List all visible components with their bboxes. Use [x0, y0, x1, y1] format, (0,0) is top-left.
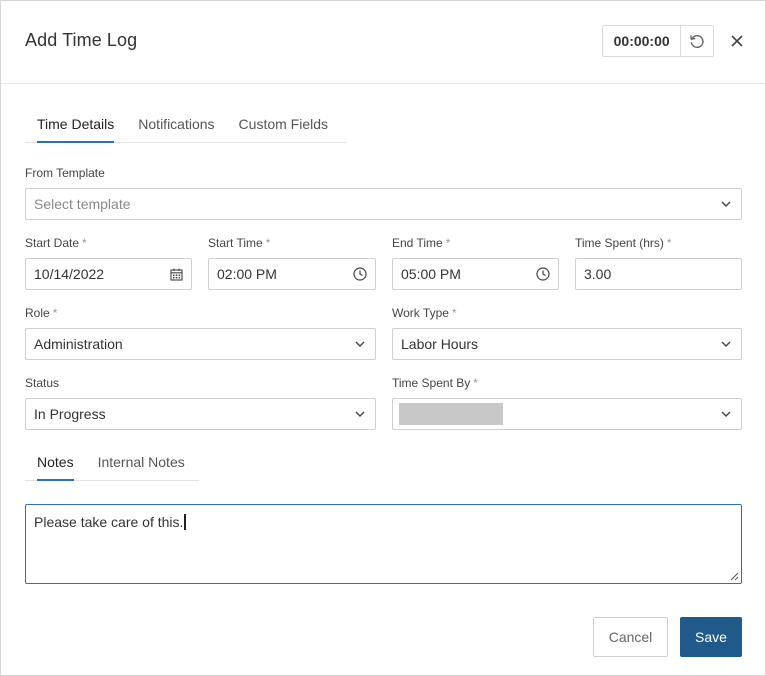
timer-display: 00:00:00: [603, 26, 682, 56]
chevron-down-icon: [719, 337, 733, 351]
status-value: In Progress: [34, 406, 106, 422]
clock-icon[interactable]: [353, 267, 367, 281]
timer-widget: 00:00:00: [602, 25, 714, 57]
from-template-select[interactable]: Select template: [25, 188, 742, 220]
cancel-button[interactable]: Cancel: [593, 617, 668, 657]
tab-notes[interactable]: Notes: [25, 453, 86, 481]
time-spent-value: 3.00: [584, 266, 612, 282]
dialog-header: Add Time Log 00:00:00: [1, 1, 765, 84]
reset-icon: [690, 35, 704, 48]
start-time-value: 02:00 PM: [217, 266, 277, 282]
tab-time-details[interactable]: Time Details: [25, 114, 126, 143]
add-time-log-dialog: Add Time Log 00:00:00 Time Details Notif…: [0, 0, 766, 676]
resize-handle-icon[interactable]: [729, 571, 739, 581]
close-icon: [731, 35, 743, 47]
chevron-down-icon: [719, 407, 733, 421]
timer-reset-button[interactable]: [681, 26, 713, 56]
notes-textarea[interactable]: Please take care of this.: [25, 504, 742, 584]
start-time-label: Start Time *: [208, 236, 271, 250]
status-select[interactable]: In Progress: [25, 398, 376, 430]
work-type-label: Work Type *: [392, 306, 457, 320]
end-time-value: 05:00 PM: [401, 266, 461, 282]
time-spent-label: Time Spent (hrs) *: [575, 236, 672, 250]
end-time-label: End Time *: [392, 236, 451, 250]
clock-icon[interactable]: [536, 267, 550, 281]
time-spent-by-value: [399, 403, 719, 425]
tab-custom-fields[interactable]: Custom Fields: [227, 114, 340, 142]
role-value: Administration: [34, 336, 123, 352]
tab-notifications[interactable]: Notifications: [126, 114, 226, 142]
role-label: Role *: [25, 306, 58, 320]
status-label: Status: [25, 376, 60, 390]
work-type-select[interactable]: Labor Hours: [392, 328, 742, 360]
text-caret: [184, 514, 187, 530]
detail-tabs: Time Details Notifications Custom Fields: [25, 114, 346, 143]
save-button[interactable]: Save: [680, 617, 742, 657]
chevron-down-icon: [353, 337, 367, 351]
time-spent-by-select[interactable]: [392, 398, 742, 430]
close-button[interactable]: [727, 31, 747, 51]
from-template-label: From Template: [25, 166, 105, 180]
end-time-input[interactable]: 05:00 PM: [392, 258, 559, 290]
time-spent-input[interactable]: 3.00: [575, 258, 742, 290]
redacted-user-name: [399, 403, 503, 425]
start-date-input[interactable]: 10/14/2022: [25, 258, 192, 290]
notes-tabs: Notes Internal Notes: [25, 453, 199, 481]
start-date-value: 10/14/2022: [34, 266, 105, 282]
chevron-down-icon: [719, 197, 733, 211]
start-time-input[interactable]: 02:00 PM: [208, 258, 376, 290]
notes-text: Please take care of this.: [34, 514, 184, 530]
chevron-down-icon: [353, 407, 367, 421]
start-date-label: Start Date *: [25, 236, 87, 250]
role-select[interactable]: Administration: [25, 328, 376, 360]
work-type-value: Labor Hours: [401, 336, 479, 352]
calendar-icon[interactable]: [169, 267, 183, 281]
tab-internal-notes[interactable]: Internal Notes: [86, 453, 197, 480]
from-template-placeholder: Select template: [34, 196, 131, 212]
time-spent-by-label: Time Spent By *: [392, 376, 478, 390]
dialog-title: Add Time Log: [25, 30, 138, 50]
